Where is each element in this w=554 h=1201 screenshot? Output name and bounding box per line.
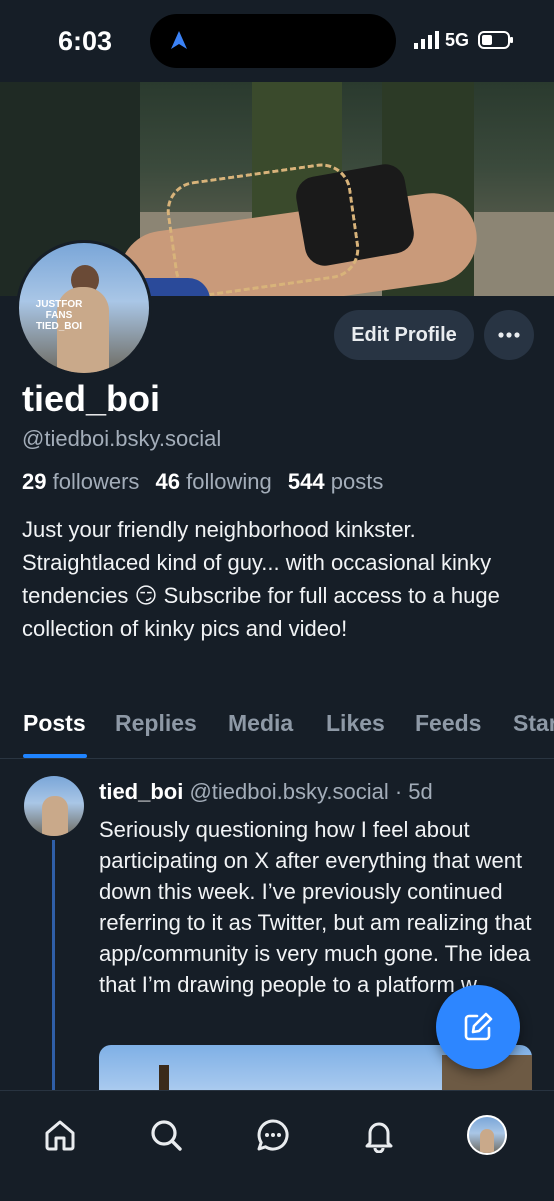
- ellipsis-icon: [498, 332, 520, 338]
- status-bar: 6:03 5G: [0, 0, 554, 82]
- post-separator: ·: [394, 779, 403, 804]
- navigation-arrow-icon: [171, 31, 187, 49]
- thread-line: [52, 840, 55, 1090]
- tab-likes[interactable]: Likes: [326, 710, 385, 737]
- profile-stats: 29 followers 46 following 544 posts: [22, 469, 383, 495]
- followers-link[interactable]: 29 followers: [22, 469, 139, 494]
- post-age: 5d: [408, 779, 433, 804]
- nav-chat[interactable]: [251, 1113, 295, 1157]
- bottom-navigation: [0, 1090, 554, 1201]
- post-author-handle[interactable]: @tiedboi.bsky.social: [189, 779, 388, 804]
- nav-search[interactable]: [144, 1113, 188, 1157]
- chat-icon: [257, 1119, 289, 1151]
- more-options-button[interactable]: [484, 310, 534, 360]
- tab-posts[interactable]: Posts: [23, 710, 86, 737]
- tab-media[interactable]: Media: [228, 710, 293, 737]
- profile-avatar[interactable]: JUSTFOR FANS TIED_BOI: [16, 240, 152, 376]
- dynamic-island: [150, 14, 396, 68]
- status-time: 6:03: [58, 26, 113, 56]
- network-type: 5G: [445, 30, 470, 50]
- compose-icon: [464, 1012, 493, 1041]
- post-header: tied_boi @tiedboi.bsky.social · 5d: [99, 779, 433, 805]
- bell-icon: [365, 1122, 393, 1153]
- compose-button[interactable]: [436, 985, 520, 1069]
- nav-notifications[interactable]: [357, 1113, 401, 1157]
- edit-profile-button[interactable]: Edit Profile: [334, 310, 474, 360]
- post-author-avatar[interactable]: [24, 776, 84, 836]
- post-author-name[interactable]: tied_boi: [99, 779, 183, 804]
- nav-profile[interactable]: [465, 1113, 509, 1157]
- following-link[interactable]: 46 following: [156, 469, 272, 494]
- tab-feeds[interactable]: Feeds: [415, 710, 481, 737]
- battery-icon: [478, 31, 513, 49]
- nav-home[interactable]: [38, 1113, 82, 1157]
- divider: [0, 758, 554, 759]
- search-icon: [151, 1120, 182, 1151]
- signal-icon: [414, 31, 439, 49]
- home-icon: [45, 1120, 75, 1151]
- profile-bio: Just your friendly neighborhood kinkster…: [22, 517, 500, 641]
- posts-count: 544 posts: [287, 469, 384, 494]
- profile-avatar-icon: [467, 1115, 507, 1155]
- profile-display-name: tied_boi: [22, 378, 161, 419]
- profile-handle: @tiedboi.bsky.social: [22, 426, 222, 451]
- profile-tabs: Posts Replies Media Likes Feeds Starter …: [0, 706, 554, 758]
- tab-starter-packs[interactable]: Starter Packs: [513, 710, 554, 737]
- tab-replies[interactable]: Replies: [115, 710, 197, 737]
- avatar-watermark: JUSTFOR FANS TIED_BOI: [35, 299, 83, 332]
- post-text[interactable]: Seriously questioning how I feel about p…: [99, 814, 539, 1000]
